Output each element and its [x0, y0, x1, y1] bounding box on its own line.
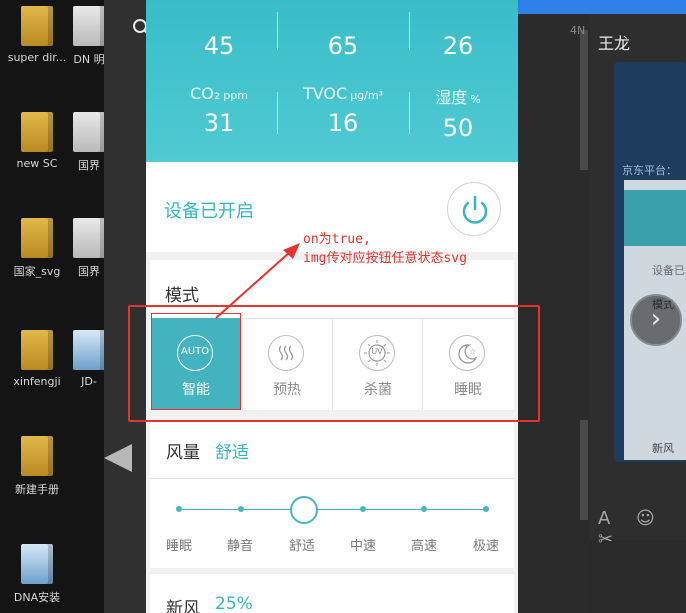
- document-icon: [73, 330, 105, 370]
- preview-header: [624, 190, 686, 246]
- wind-slider-dot[interactable]: [360, 506, 366, 512]
- metric-value: 26: [442, 32, 474, 60]
- metric-value: 16: [327, 109, 359, 137]
- desktop-icon[interactable]: 国界: [72, 112, 106, 173]
- mode-title: 模式: [165, 286, 199, 306]
- desktop-icon-label: xinfengji: [13, 375, 61, 388]
- metric-divider: [409, 92, 410, 134]
- scroll-thumb[interactable]: [580, 30, 588, 170]
- installer-icon: [21, 544, 53, 584]
- metric-label: CO₂ ppm: [190, 84, 248, 103]
- metrics-header: 45 65 26 CO₂ ppm 31 TVOC μg/m³ 16 湿度% 50: [146, 0, 518, 162]
- preview-wind-text: 新风: [652, 442, 674, 455]
- wind-slider-dot[interactable]: [483, 506, 489, 512]
- desktop-icon-label: 新建手册: [15, 483, 59, 496]
- fresh-air-card: [150, 574, 514, 613]
- metric-label: TVOC μg/m³: [302, 84, 383, 103]
- wind-title: 风量: [166, 443, 200, 463]
- metric-co2: CO₂ ppm 31: [154, 84, 284, 137]
- metric-top-1: 45: [154, 26, 284, 60]
- desktop-icon[interactable]: 国界: [72, 218, 106, 279]
- document-icon: [73, 112, 105, 152]
- wind-slider-dot[interactable]: [421, 506, 427, 512]
- metric-value: 65: [327, 32, 359, 60]
- wind-slider-dot[interactable]: [176, 506, 182, 512]
- annotation-line: img传对应按钮任意状态svg: [303, 251, 467, 266]
- fresh-air-value: 25%: [215, 594, 253, 613]
- folder-icon: [21, 6, 53, 46]
- wind-slider-track[interactable]: [179, 509, 487, 510]
- wind-slider-dot[interactable]: [238, 506, 244, 512]
- wind-level-label[interactable]: 睡眠: [159, 535, 199, 554]
- folder-icon: [21, 218, 53, 258]
- desktop-icon[interactable]: 国家_svg: [2, 218, 72, 279]
- metric-value: 31: [203, 109, 235, 137]
- document-icon: [73, 218, 105, 258]
- previous-arrow-icon[interactable]: [104, 444, 132, 472]
- folder-icon: [21, 112, 53, 152]
- desktop-icon-label: DN 明: [73, 53, 105, 66]
- folder-icon: [21, 436, 53, 476]
- metric-humidity: 湿度% 50: [393, 84, 523, 142]
- metric-label: 湿度%: [435, 88, 481, 107]
- annotation-line: on为true,: [303, 232, 371, 247]
- metric-value: 50: [442, 114, 474, 142]
- wind-divider: [150, 478, 514, 479]
- wind-level-label[interactable]: 舒适: [282, 535, 322, 554]
- chat-toolbar[interactable]: A ☺ ✂: [598, 508, 686, 550]
- metric-divider: [277, 12, 278, 50]
- desktop-icon-label: super dir...: [7, 51, 67, 64]
- wind-current-value: 舒适: [215, 443, 249, 463]
- chat-platform-text: 京东平台：: [622, 164, 677, 177]
- power-icon: [462, 195, 488, 224]
- wind-card: [150, 420, 514, 568]
- next-arrow-icon[interactable]: ›: [630, 294, 682, 346]
- wind-level-label[interactable]: 高速: [404, 535, 444, 554]
- wind-level-label[interactable]: 极速: [466, 535, 506, 554]
- desktop-icon-label: 国界: [78, 265, 100, 278]
- desktop-icon[interactable]: super dir...: [2, 6, 72, 64]
- chat-input-area[interactable]: [590, 540, 686, 613]
- desktop-icon-label: DNA安装: [13, 591, 61, 604]
- metric-divider: [409, 12, 410, 50]
- desktop-icon[interactable]: 新建手册: [2, 436, 72, 497]
- desktop-icon-label: JD-: [81, 375, 97, 388]
- device-status: 设备已开启: [164, 201, 254, 222]
- desktop-icon-label: 国界: [78, 159, 100, 172]
- desktop-icon-label: 国家_svg: [13, 265, 61, 278]
- desktop-icon[interactable]: DNA安装: [2, 544, 72, 605]
- desktop-icon[interactable]: JD-: [72, 330, 106, 388]
- annotation-highlight: [151, 313, 241, 410]
- power-button[interactable]: [447, 182, 501, 236]
- metric-top-2: 65: [278, 26, 408, 60]
- desktop-icon-label: new SC: [16, 157, 58, 170]
- desktop-icon[interactable]: xinfengji: [2, 330, 72, 388]
- desktop-icon[interactable]: DN 明: [72, 6, 106, 67]
- scroll-thumb[interactable]: [580, 420, 588, 520]
- wind-level-label[interactable]: 中速: [343, 535, 383, 554]
- desktop-icon[interactable]: new SC: [2, 112, 72, 170]
- edge-label: 4N: [570, 24, 586, 37]
- document-icon: [73, 6, 105, 46]
- annotation-note: on为true, img传对应按钮任意状态svg: [303, 230, 467, 268]
- metric-divider: [277, 92, 278, 134]
- folder-icon: [21, 330, 53, 370]
- preview-status-text: 设备已开: [652, 264, 686, 277]
- metric-tvoc: TVOC μg/m³ 16: [278, 84, 408, 137]
- metric-value: 45: [203, 32, 235, 60]
- wind-slider-knob[interactable]: [290, 496, 318, 524]
- chat-contact-name: 王龙: [598, 34, 631, 53]
- fresh-air-title: 新风: [166, 599, 200, 613]
- metric-top-3: 26: [393, 26, 523, 60]
- wind-level-label[interactable]: 静音: [220, 535, 260, 554]
